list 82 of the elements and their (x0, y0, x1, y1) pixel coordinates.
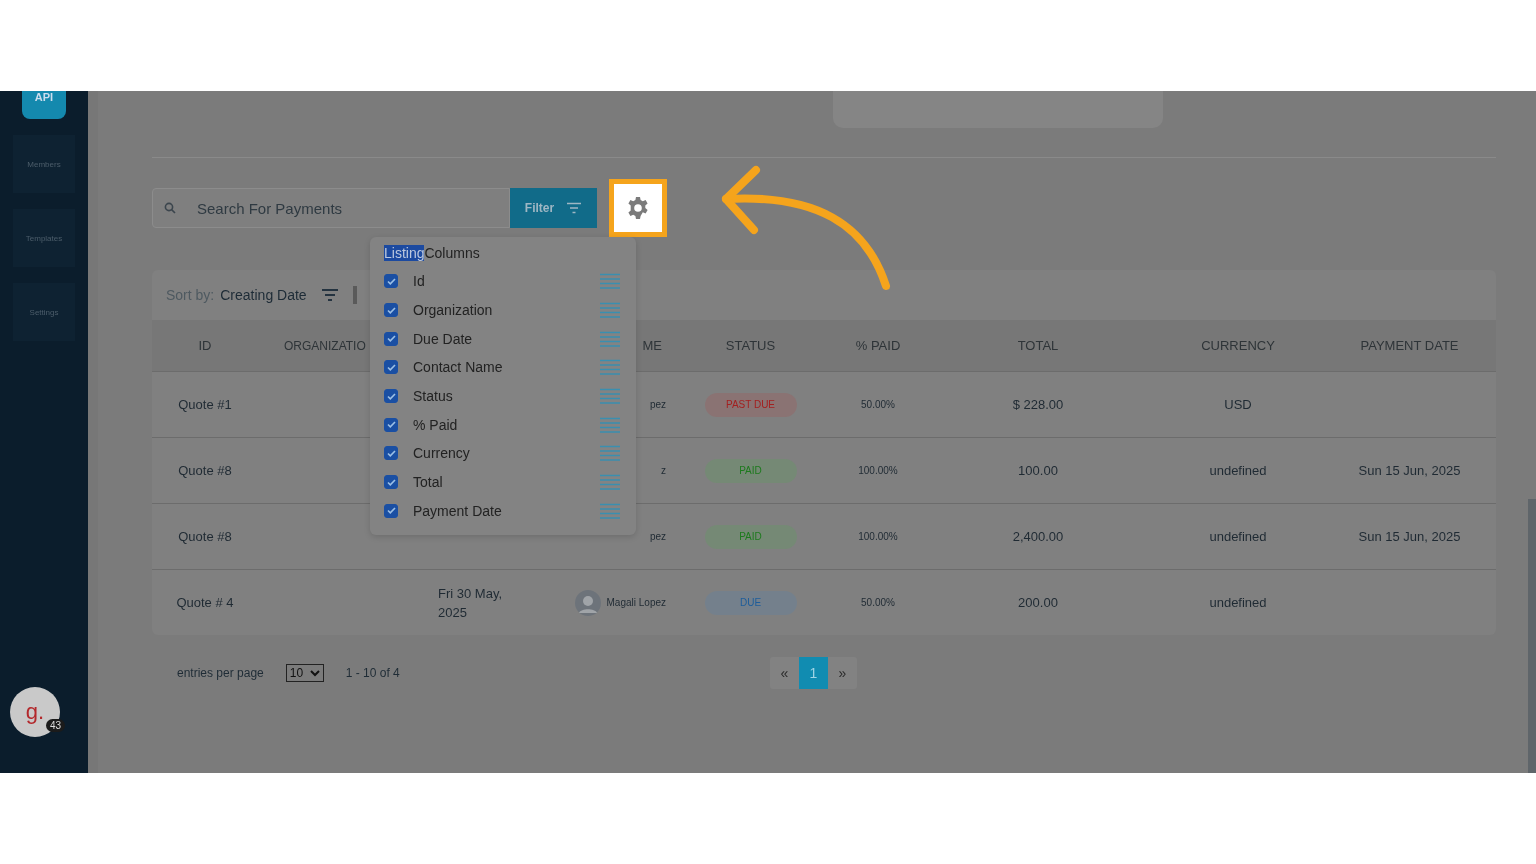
drag-handle-icon[interactable] (600, 474, 620, 491)
drag-handle-icon[interactable] (600, 359, 620, 376)
table-cell: Magali Lopez (606, 597, 666, 608)
drag-handle-icon[interactable] (600, 273, 620, 290)
filter-button[interactable]: Filter (510, 188, 597, 228)
table-cell: 2,400.00 (1012, 529, 1064, 544)
column-header: ORGANIZATIO (284, 338, 366, 353)
table-cell: pez (649, 531, 666, 542)
table-cell: Sun 15 Jun, 2025 (1358, 463, 1461, 478)
range-text: 1 - 10 of 4 (345, 666, 400, 680)
filter-icon (566, 202, 583, 214)
menu-title: ListingColumns (383, 244, 481, 263)
table-cell: Quote # 4 (176, 595, 234, 610)
page-button[interactable]: 1 (798, 657, 828, 689)
checkbox[interactable] (384, 331, 398, 346)
table-cell: USD (1224, 397, 1252, 412)
settings-button[interactable] (609, 179, 667, 237)
drag-handle-icon[interactable] (600, 445, 620, 462)
status-badge: DUE (704, 590, 797, 615)
sidebar-item[interactable]: Members (13, 135, 75, 193)
api-logo[interactable]: API (22, 91, 66, 119)
table-cell: Quote #8 (178, 529, 232, 544)
drag-handle-icon[interactable] (600, 302, 620, 319)
drag-handle-icon[interactable] (600, 416, 620, 433)
page-button[interactable]: « (769, 657, 799, 689)
table-cell: Quote #1 (178, 397, 232, 412)
table-cell: 200.00 (1018, 595, 1058, 610)
drag-handle-icon[interactable] (600, 330, 620, 347)
entries-label: entries per page (177, 666, 264, 680)
checkbox[interactable] (384, 360, 398, 375)
checkbox[interactable] (384, 475, 398, 490)
sort-value[interactable]: Creating Date (220, 287, 307, 303)
column-option[interactable]: Payment Date (413, 502, 600, 519)
checkbox[interactable] (384, 274, 398, 289)
status-badge: PAST DUE (704, 392, 797, 417)
checkbox[interactable] (384, 417, 398, 432)
column-option[interactable]: Status (413, 388, 600, 405)
table-cell: z (661, 465, 666, 476)
drag-handle-icon[interactable] (600, 502, 620, 519)
table-cell: $ 228.00 (1012, 397, 1064, 412)
column-option[interactable]: Currency (413, 445, 600, 462)
per-page-select[interactable]: 10 (285, 664, 324, 682)
column-option[interactable]: Contact Name (413, 359, 600, 376)
column-header: % PAID (855, 338, 901, 353)
search-icon (164, 202, 176, 214)
checkbox[interactable] (384, 503, 398, 518)
table-cell: Quote #8 (178, 463, 232, 478)
column-header: TOTAL (1017, 338, 1059, 353)
column-option[interactable]: Total (413, 474, 600, 491)
table-cell: undefined (1209, 463, 1267, 478)
sort-icon[interactable] (320, 288, 339, 302)
table-cell: undefined (1209, 529, 1267, 544)
settings-icon (626, 196, 650, 220)
column-option[interactable]: Organization (413, 302, 600, 319)
status-badge: PAID (704, 458, 797, 483)
table-cell: undefined (1209, 595, 1267, 610)
table-cell: 100.00% (858, 531, 898, 542)
scrollbar[interactable] (1528, 499, 1536, 773)
search-field[interactable]: Search For Payments (152, 188, 510, 228)
column-option[interactable]: Id (413, 273, 600, 290)
column-option[interactable]: % Paid (413, 416, 600, 433)
column-header: STATUS (725, 338, 776, 353)
checkbox[interactable] (384, 389, 398, 404)
table-cell: 100.00 (1018, 463, 1058, 478)
column-header: ME (642, 338, 662, 353)
table-cell: 50.00% (861, 399, 895, 410)
page-button[interactable]: » (827, 657, 857, 689)
table-cell: pez (649, 399, 666, 410)
checkbox[interactable] (384, 303, 398, 318)
table-cell: 100.00% (858, 465, 898, 476)
chevron-down-icon (309, 669, 320, 677)
column-header: PAYMENT DATE (1360, 338, 1459, 353)
table-cell-text: Fri 30 May, 2025 (438, 584, 504, 622)
checkbox[interactable] (384, 446, 398, 461)
column-header: ID (198, 338, 212, 353)
status-badge: PAID (704, 524, 797, 549)
drag-handle-icon[interactable] (600, 388, 620, 405)
column-header: CURRENCY (1201, 338, 1275, 353)
table-cell: Sun 15 Jun, 2025 (1358, 529, 1461, 544)
notification-badge: 43 (46, 719, 66, 732)
column-option[interactable]: Due Date (413, 330, 600, 347)
table-cell: 50.00% (861, 597, 895, 608)
